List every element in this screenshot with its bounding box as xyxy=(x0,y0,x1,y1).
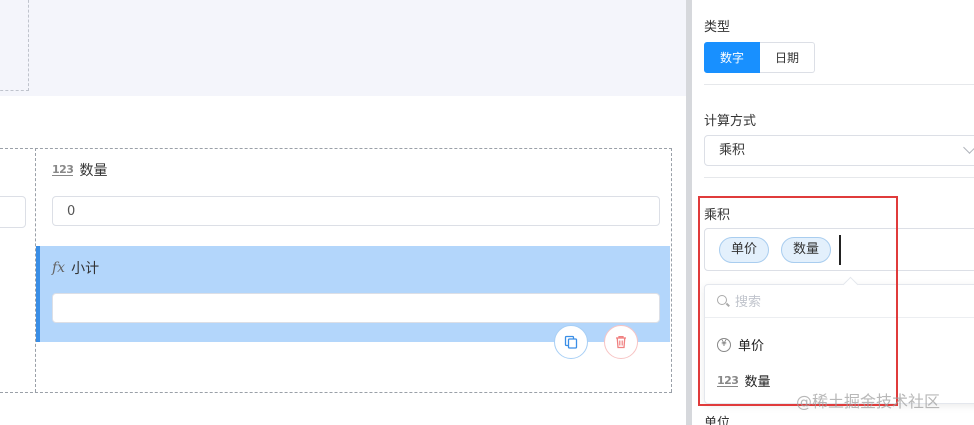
search-icon xyxy=(717,295,727,305)
grid-border-top xyxy=(0,148,672,149)
dropdown-item-label: 数量 xyxy=(744,375,771,390)
type-option-date[interactable]: 日期 xyxy=(760,42,815,73)
type-label: 类型 xyxy=(704,20,731,35)
section-divider xyxy=(704,177,974,178)
grid-border-right xyxy=(671,148,672,392)
previous-section xyxy=(0,0,686,96)
dropdown-search xyxy=(705,285,974,318)
formula-tag-quantity[interactable]: 数量 xyxy=(781,237,832,263)
formula-input[interactable]: 单价 数量 xyxy=(704,228,974,271)
quantity-field-label[interactable]: 123 数量 xyxy=(52,160,107,180)
section-divider xyxy=(704,84,974,85)
copy-field-button[interactable] xyxy=(554,325,588,359)
trash-icon xyxy=(616,336,626,349)
grid-border-bottom xyxy=(0,392,672,393)
chevron-down-icon xyxy=(963,141,974,154)
dropdown-item-quantity[interactable]: 123 数量 xyxy=(717,371,770,390)
yen-icon: ¥ xyxy=(717,337,731,352)
subtotal-input[interactable] xyxy=(52,293,660,323)
formula-label: 乘积 xyxy=(704,208,731,223)
formula-icon: fx xyxy=(52,260,66,276)
text-cursor xyxy=(839,235,841,265)
quantity-input[interactable]: 0 xyxy=(52,196,660,226)
calc-method-label: 计算方式 xyxy=(704,114,757,129)
number-icon: 123 xyxy=(717,373,739,387)
dropdown-item-unit-price[interactable]: ¥ 单价 xyxy=(717,335,764,354)
dropdown-item-label: 单价 xyxy=(738,339,765,354)
watermark-text: @稀土掘金技术社区 xyxy=(796,392,941,411)
subtotal-field-title: 小计 xyxy=(71,261,100,277)
form-canvas: 123 数量 0 fx 小计 xyxy=(0,0,686,425)
calc-method-select[interactable]: 乘积 xyxy=(704,135,974,166)
search-input[interactable] xyxy=(733,290,967,314)
formula-tag-unit-price[interactable]: 单价 xyxy=(719,237,770,263)
left-field-input[interactable] xyxy=(0,196,26,228)
properties-panel: 类型 数字 日期 计算方式 乘积 乘积 单价 数量 ¥ 单价 123 数量 单位 xyxy=(692,0,974,425)
calc-method-value: 乘积 xyxy=(719,143,746,158)
delete-field-button[interactable] xyxy=(604,325,638,359)
previous-field-outline xyxy=(0,0,29,91)
unit-label: 单位 xyxy=(704,416,731,425)
subtotal-field-label: fx 小计 xyxy=(52,258,99,278)
copy-icon xyxy=(564,335,578,349)
field-picker-dropdown: ¥ 单价 123 数量 xyxy=(704,276,974,404)
type-option-number[interactable]: 数字 xyxy=(704,42,760,73)
number-icon: 123 xyxy=(52,163,74,176)
quantity-field-title: 数量 xyxy=(79,163,108,179)
